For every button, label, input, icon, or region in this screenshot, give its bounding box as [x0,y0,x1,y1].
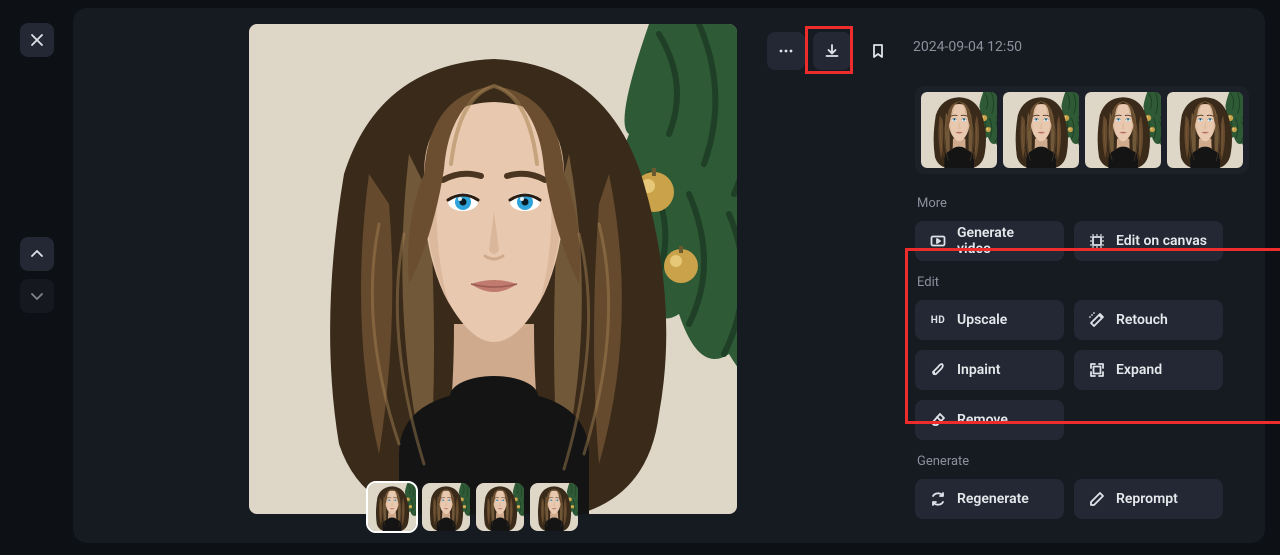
viewer-thumb[interactable] [422,483,470,531]
close-button[interactable] [20,23,54,57]
close-icon [29,32,45,48]
generation-thumbnail-strip [915,86,1249,174]
generation-thumb[interactable] [1085,92,1161,168]
generation-thumb[interactable] [921,92,997,168]
chevron-down-icon [29,288,45,304]
image-toolbar [767,32,897,70]
viewer-thumb[interactable] [476,483,524,531]
expand-icon [1088,361,1106,379]
generate-video-button[interactable]: Generate video [915,221,1064,261]
button-label: Expand [1116,362,1162,378]
more-options-button[interactable] [767,32,805,70]
viewer-thumb[interactable] [368,483,416,531]
button-label: Retouch [1116,312,1168,328]
button-label: Regenerate [957,491,1029,507]
inpaint-button[interactable]: Inpaint [915,350,1064,390]
more-actions: Generate video Edit on canvas [915,221,1223,261]
regenerate-button[interactable]: Regenerate [915,479,1064,519]
prev-image-button[interactable] [20,237,54,271]
generate-actions: Regenerate Reprompt [915,479,1223,519]
generation-thumb[interactable] [1167,92,1243,168]
section-label-generate: Generate [917,454,1223,469]
reprompt-button[interactable]: Reprompt [1074,479,1223,519]
button-label: Reprompt [1116,491,1178,507]
button-label: Remove [957,412,1008,428]
upscale-button[interactable]: HD Upscale [915,300,1064,340]
video-icon [929,232,947,250]
viewer-thumb[interactable] [530,483,578,531]
pencil-icon [1088,490,1106,508]
next-image-button [20,279,54,313]
generation-timestamp: 2024-09-04 12:50 [913,39,1022,55]
hd-icon: HD [929,313,947,327]
button-label: Edit on canvas [1116,233,1207,249]
eraser-icon [929,411,947,429]
detail-card: 2024-09-04 12:50 [73,8,1265,543]
generation-thumb[interactable] [1003,92,1079,168]
main-image [249,24,737,514]
download-button[interactable] [813,32,851,70]
button-label: Inpaint [957,362,1000,378]
button-label: Upscale [957,312,1007,328]
more-horizontal-icon [777,42,795,60]
brush-icon [929,361,947,379]
section-label-edit: Edit [917,275,1223,290]
wand-icon [1088,311,1106,329]
remove-button[interactable]: Remove [915,400,1064,440]
canvas-icon [1088,232,1106,250]
button-label: Generate video [957,225,1050,257]
download-icon [823,42,841,60]
retouch-button[interactable]: Retouch [1074,300,1223,340]
side-panel: More Generate video Edit on canvas Edit … [915,86,1223,525]
edit-actions: HD Upscale Retouch Inpaint Expand [915,300,1223,440]
expand-button[interactable]: Expand [1074,350,1223,390]
bookmark-button[interactable] [859,32,897,70]
image-viewer [73,8,767,543]
chevron-up-icon [29,246,45,262]
viewer-thumbnail-strip [368,483,578,531]
bookmark-icon [869,42,887,60]
section-label-more: More [917,196,1223,211]
edit-on-canvas-button[interactable]: Edit on canvas [1074,221,1223,261]
refresh-icon [929,490,947,508]
